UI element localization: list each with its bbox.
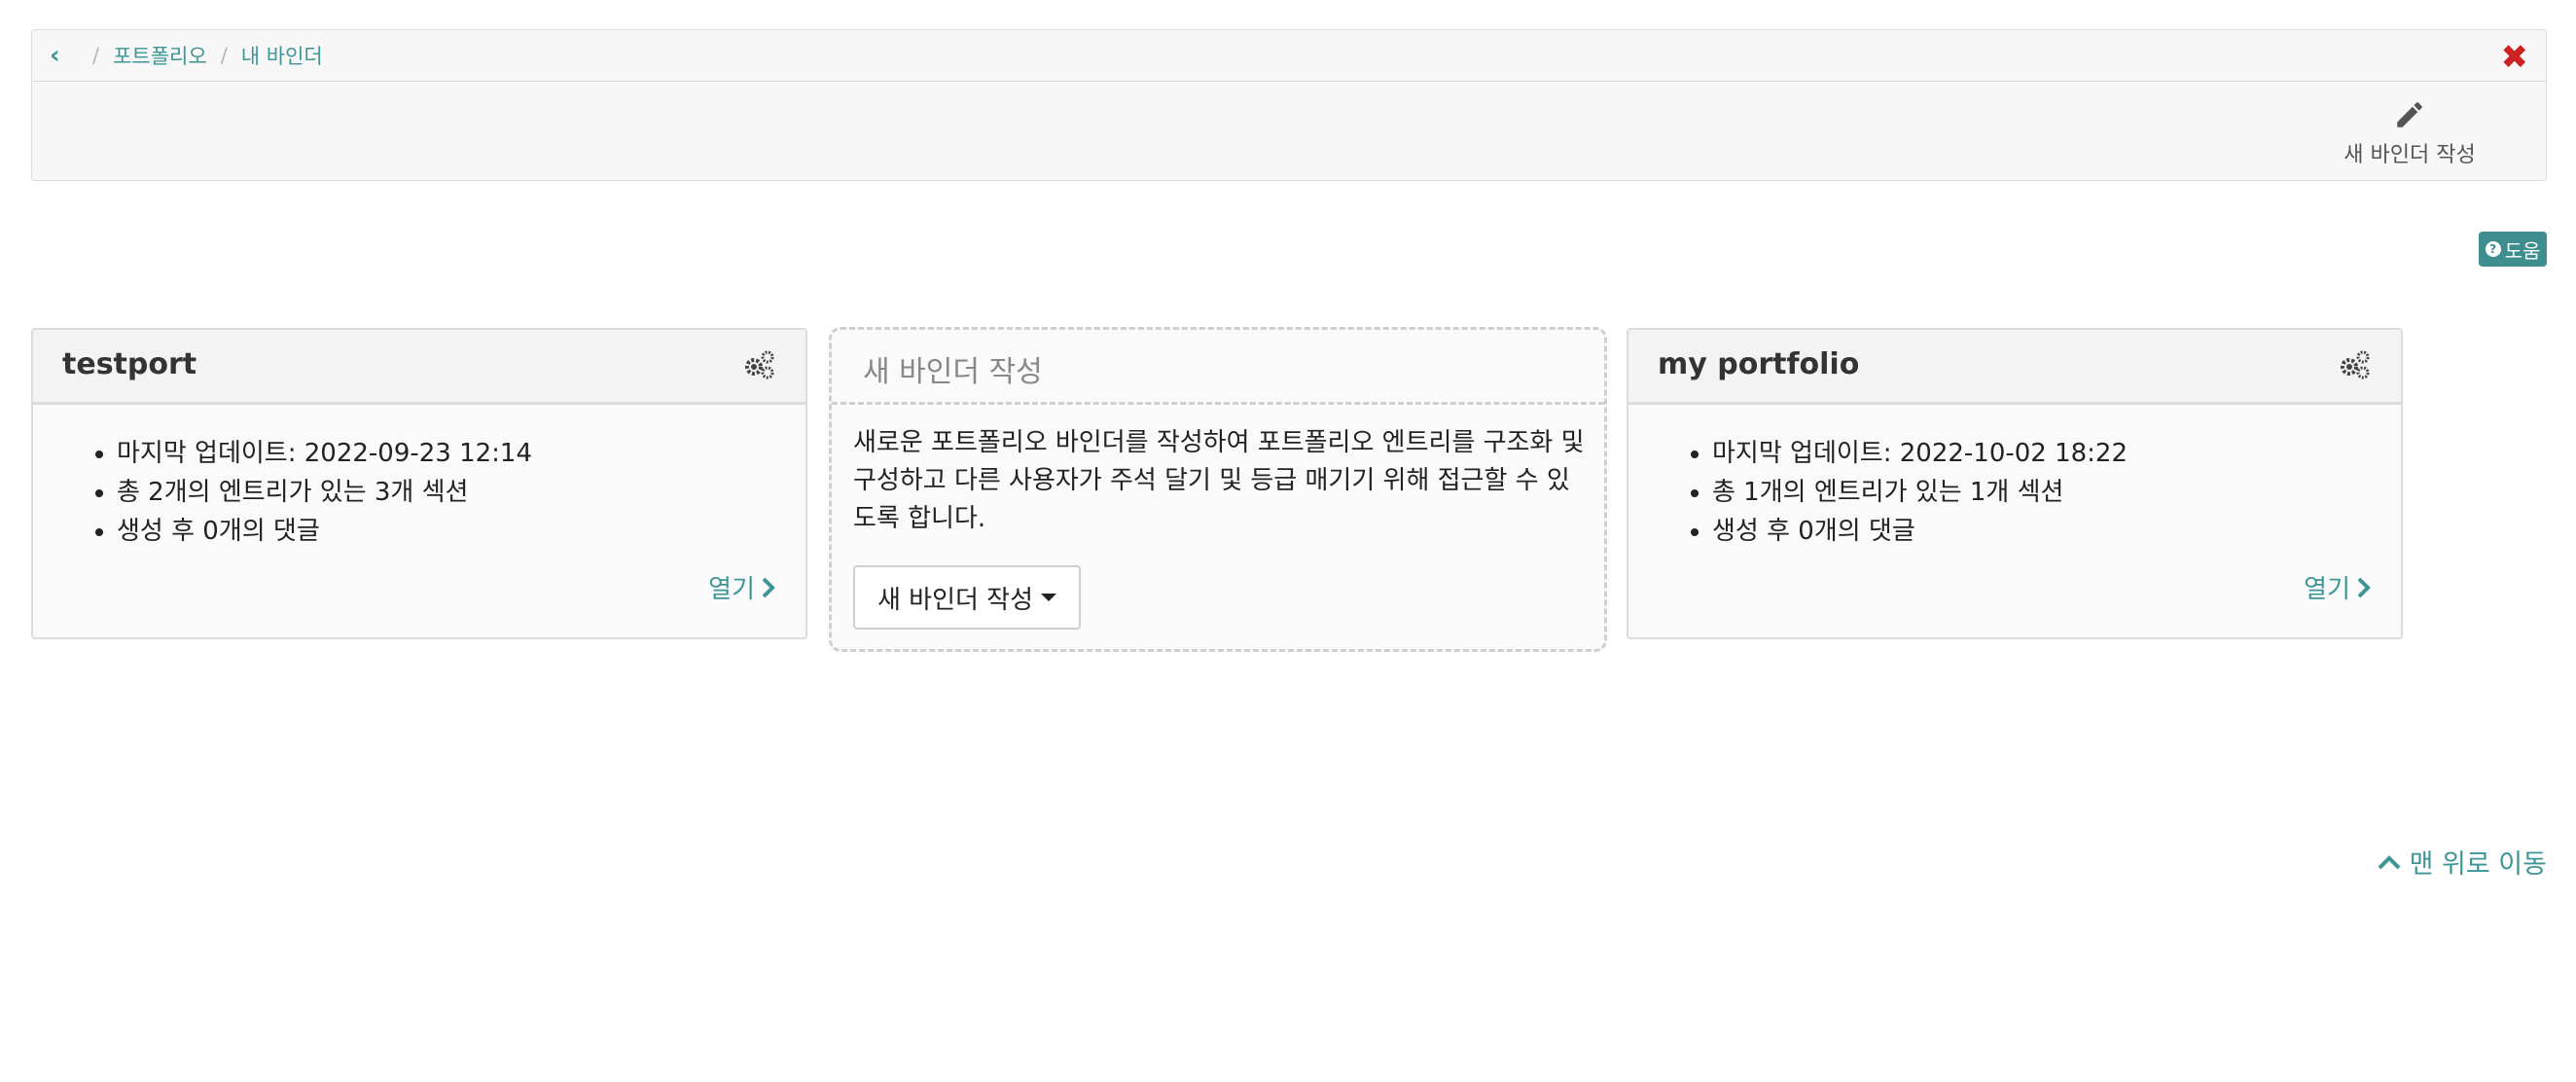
new-binder-header: 새 바인더 작성: [832, 330, 1604, 405]
binder-last-updated: 마지막 업데이트: 2022-10-02 18:22: [1712, 434, 2401, 473]
question-icon: ?: [2485, 241, 2501, 257]
gears-icon[interactable]: [741, 349, 776, 384]
binder-card-header: testport: [33, 330, 805, 405]
back-chevron-icon[interactable]: ‹: [50, 41, 79, 70]
close-icon[interactable]: ✖: [2501, 38, 2529, 77]
breadcrumb: ‹ / 포트폴리오 / 내 바인더 ✖: [32, 30, 2546, 82]
pencil-icon: [2397, 102, 2422, 127]
new-binder-card: 새 바인더 작성 새로운 포트폴리오 바인더를 작성하여 포트폴리오 엔트리를 …: [829, 327, 1607, 652]
back-to-top-label: 맨 위로 이동: [2409, 849, 2547, 880]
binder-comments-count: 생성 후 0개의 댓글: [1712, 512, 2401, 551]
chevron-right-icon: [2357, 577, 2371, 597]
binder-card: my portfolio 마지막 업데이트: 2022-10-02 18:22 …: [1627, 328, 2403, 639]
new-binder-dropdown-button[interactable]: 새 바인더 작성: [853, 565, 1081, 630]
binder-last-updated: 마지막 업데이트: 2022-09-23 12:14: [117, 434, 805, 473]
toolbar-panel: ‹ / 포트폴리오 / 내 바인더 ✖ 새 바인더 작성: [31, 29, 2547, 181]
gears-icon[interactable]: [2337, 349, 2372, 384]
create-binder-label: 새 바인더 작성: [2343, 143, 2476, 167]
binder-details: 마지막 업데이트: 2022-10-02 18:22 총 1개의 엔트리가 있는…: [1628, 434, 2401, 551]
binder-sections-count: 총 1개의 엔트리가 있는 1개 섹션: [1712, 473, 2401, 512]
open-binder-link[interactable]: 열기: [2304, 569, 2372, 605]
chevron-up-icon: [2378, 854, 2401, 869]
new-binder-title: 새 바인더 작성: [863, 355, 1043, 389]
chevron-right-icon: [762, 577, 775, 597]
binder-title[interactable]: my portfolio: [1658, 347, 1859, 381]
binder-details: 마지막 업데이트: 2022-09-23 12:14 총 2개의 엔트리가 있는…: [33, 434, 805, 551]
new-binder-button-label: 새 바인더 작성: [877, 585, 1034, 615]
binder-title[interactable]: testport: [62, 347, 197, 381]
open-label: 열기: [708, 575, 755, 604]
new-binder-description: 새로운 포트폴리오 바인더를 작성하여 포트폴리오 엔트리를 구조화 및 구성하…: [853, 428, 1585, 533]
breadcrumb-separator: /: [220, 44, 228, 67]
caret-down-icon: [1041, 594, 1057, 601]
open-binder-link[interactable]: 열기: [708, 569, 776, 605]
binder-card-header: my portfolio: [1628, 330, 2401, 405]
back-to-top-link[interactable]: 맨 위로 이동: [2377, 843, 2547, 881]
help-button[interactable]: ? 도움: [2479, 232, 2547, 267]
binder-sections-count: 총 2개의 엔트리가 있는 3개 섹션: [117, 473, 805, 512]
binder-comments-count: 생성 후 0개의 댓글: [117, 512, 805, 551]
breadcrumb-portfolio[interactable]: 포트폴리오: [113, 41, 207, 70]
binder-card: testport 마지막 업데이트: 2022-09-23 12:14 총 2개…: [31, 328, 807, 639]
breadcrumb-separator: /: [92, 44, 100, 67]
help-label: 도움: [2504, 238, 2541, 263]
breadcrumb-my-binders[interactable]: 내 바인더: [241, 41, 323, 70]
open-label: 열기: [2304, 575, 2350, 604]
create-binder-tool[interactable]: 새 바인더 작성: [2312, 98, 2507, 168]
